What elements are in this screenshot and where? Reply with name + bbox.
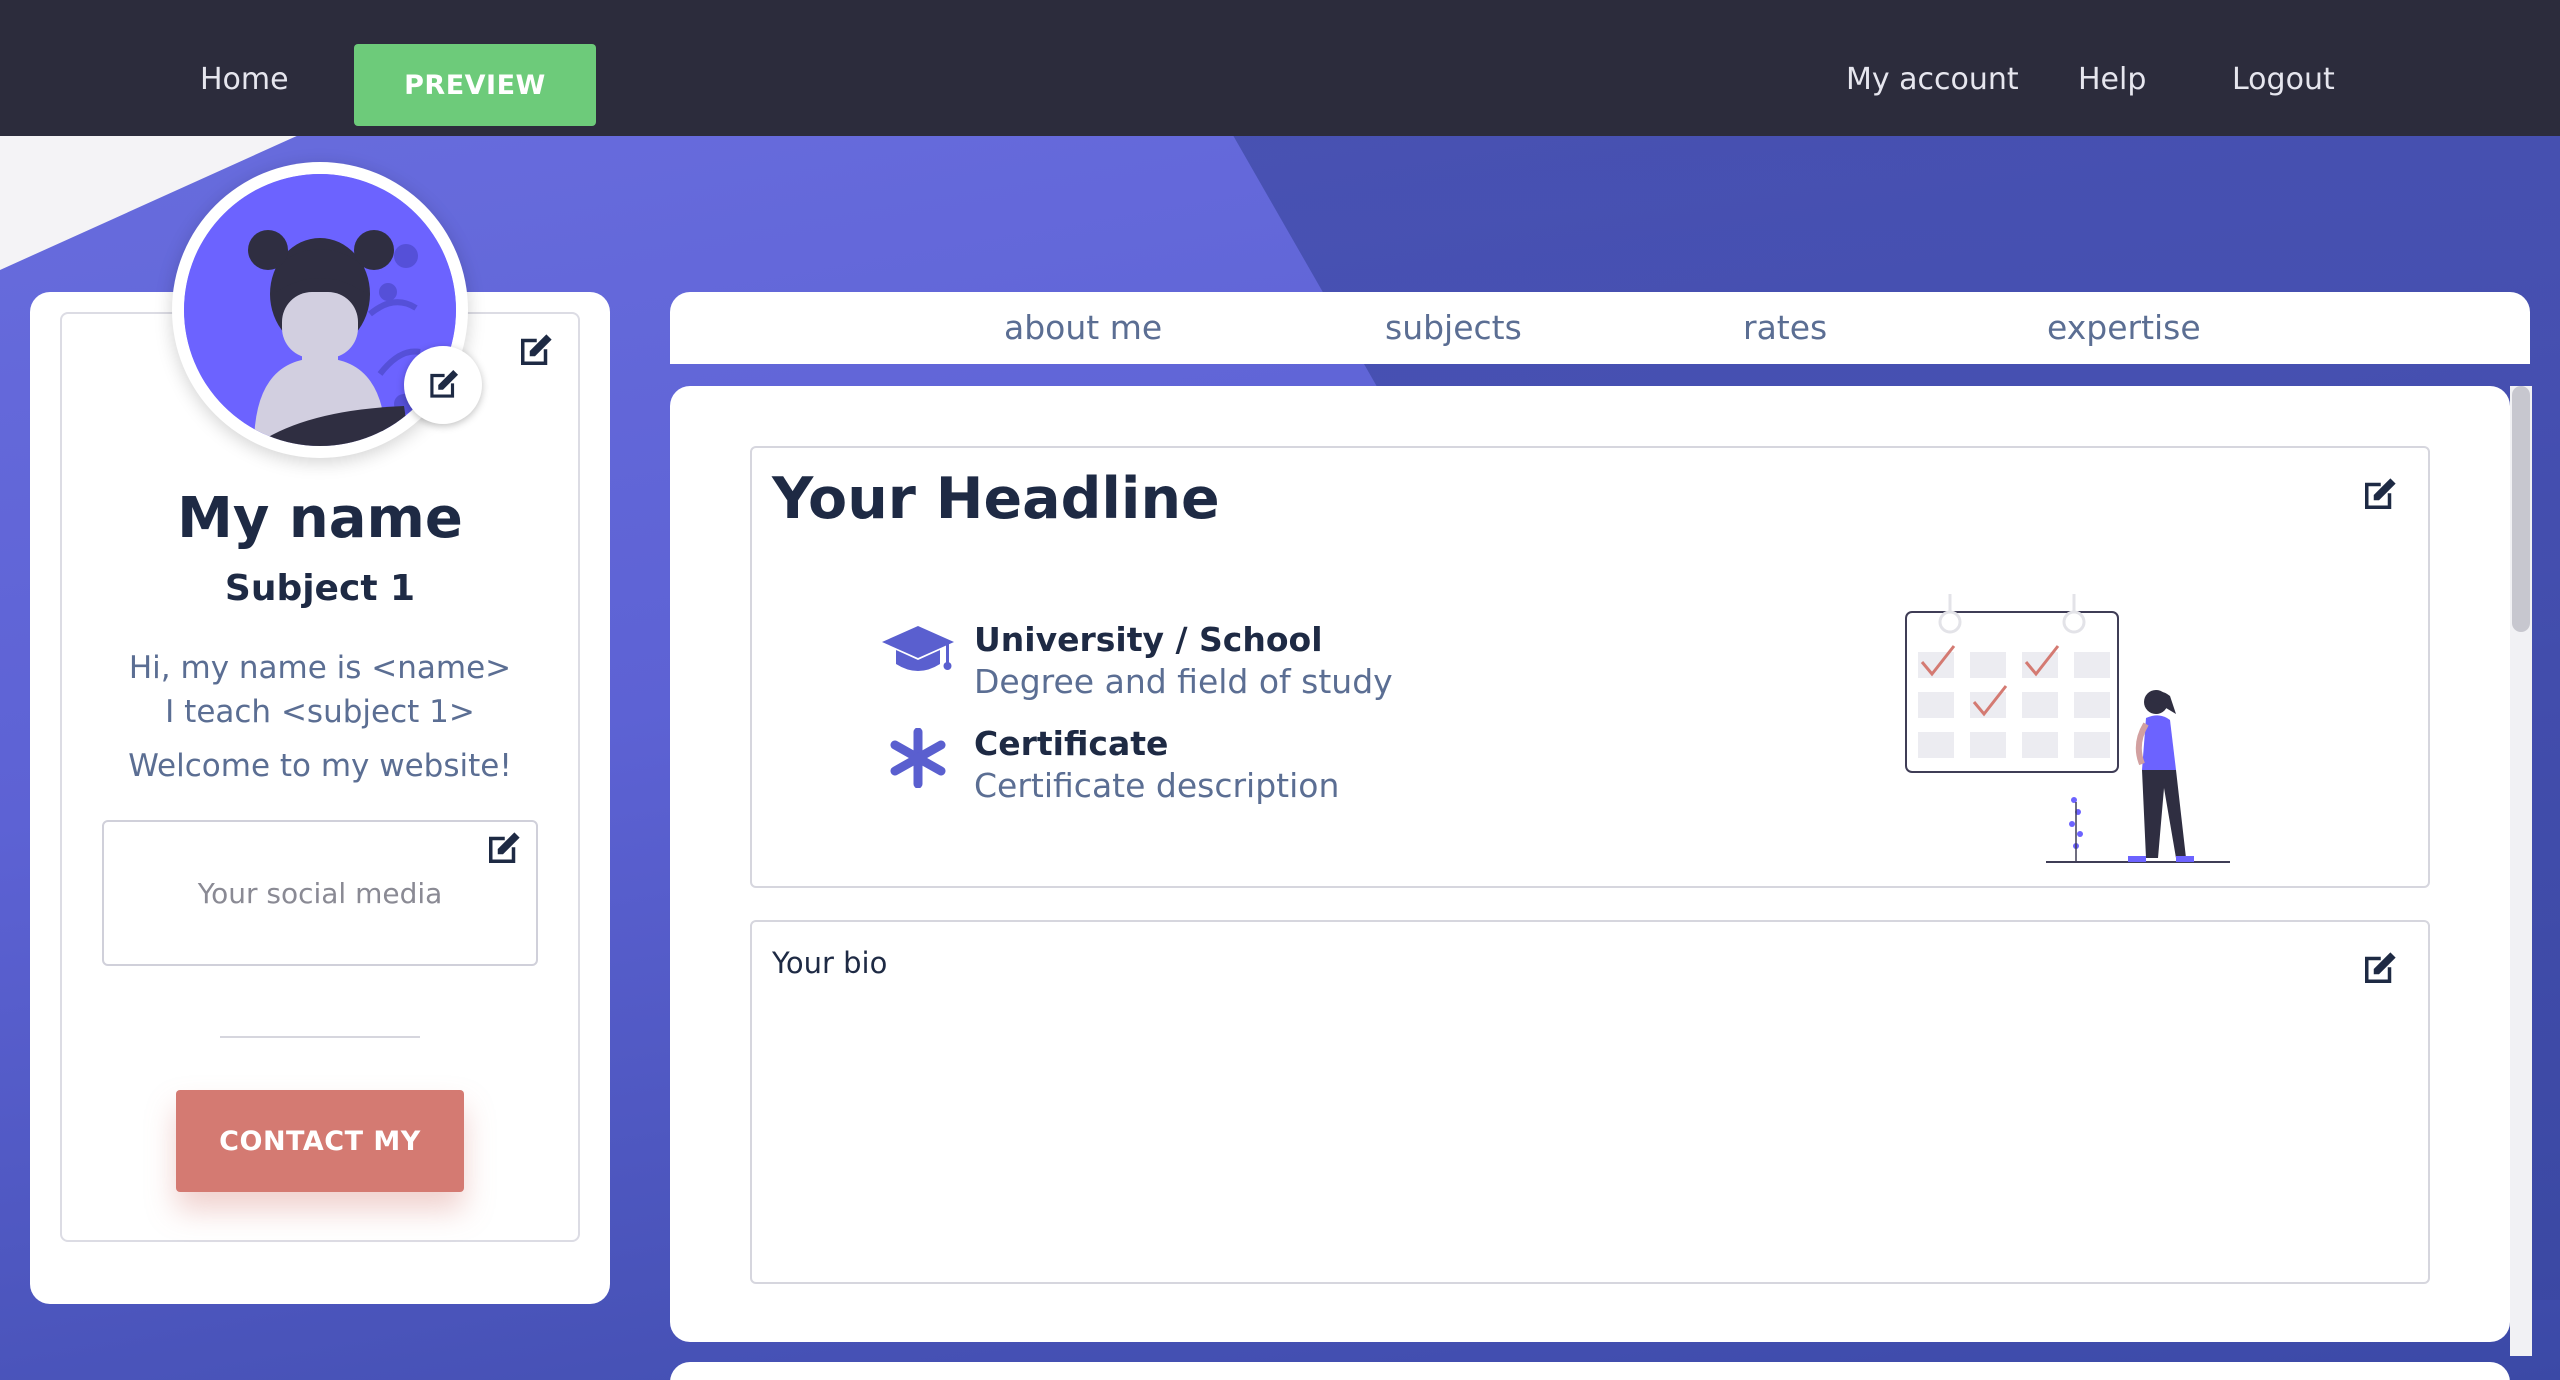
- tab-rates[interactable]: rates: [1743, 308, 1827, 347]
- contact-button[interactable]: CONTACT MY: [176, 1090, 464, 1192]
- preview-button[interactable]: PREVIEW: [354, 44, 596, 126]
- bio-text: Your bio: [772, 946, 888, 980]
- profile-edit-button[interactable]: [514, 330, 556, 376]
- edit-icon: [430, 369, 459, 398]
- scrollbar-thumb[interactable]: [2512, 386, 2530, 632]
- bio-edit-button[interactable]: [2358, 948, 2400, 994]
- education-title: University / School: [974, 620, 1323, 659]
- avatar-edit-button[interactable]: [404, 346, 482, 424]
- top-navbar: Home PREVIEW My account Help Logout: [0, 0, 2560, 136]
- tab-subjects[interactable]: subjects: [1385, 308, 1522, 347]
- profile-subject: Subject 1: [224, 568, 416, 609]
- intro-line-3: Welcome to my website!: [128, 748, 512, 784]
- person-icon: [2128, 690, 2194, 862]
- edit-icon: [2365, 478, 2396, 509]
- bio-box: [750, 920, 2430, 1284]
- nav-logout-link[interactable]: Logout: [2232, 62, 2335, 97]
- calendar-illustration: [1905, 594, 2230, 863]
- certificate-subtitle: Certificate description: [974, 766, 1340, 805]
- nav-help-link[interactable]: Help: [2078, 62, 2146, 97]
- graduation-cap-icon: [882, 626, 954, 671]
- intro-line-2: I teach <subject 1>: [165, 694, 475, 730]
- headline-title: Your Headline: [772, 466, 1220, 532]
- next-panel-edge: [670, 1362, 2510, 1380]
- headline-edit-button[interactable]: [2358, 474, 2400, 520]
- education-subtitle: Degree and field of study: [974, 662, 1393, 701]
- social-media-placeholder: Your social media: [197, 876, 443, 910]
- asterisk-icon: [890, 728, 946, 788]
- edit-icon: [489, 832, 520, 863]
- nav-my-account-link[interactable]: My account: [1846, 62, 2019, 97]
- intro-line-1: Hi, my name is <name>: [128, 650, 512, 686]
- social-media-box[interactable]: Your social media: [102, 820, 538, 966]
- edit-icon: [521, 334, 552, 365]
- profile-name: My name: [177, 486, 463, 551]
- certificate-title: Certificate: [974, 724, 1169, 763]
- profile-tabs: about me subjects rates expertise: [670, 292, 2530, 364]
- nav-home-link[interactable]: Home: [200, 62, 289, 97]
- tab-about-me[interactable]: about me: [1004, 308, 1162, 347]
- edit-icon: [2365, 952, 2396, 983]
- calendar-icon: [1905, 594, 2119, 773]
- profile-divider: [220, 1036, 420, 1038]
- social-media-edit-button[interactable]: [482, 828, 524, 874]
- tab-expertise[interactable]: expertise: [2047, 308, 2201, 347]
